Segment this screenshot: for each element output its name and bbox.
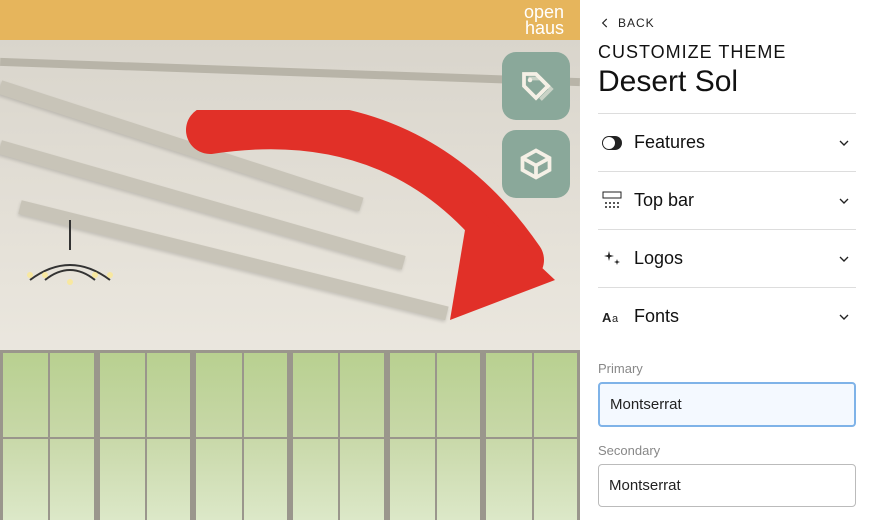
preview-pane: open haus <box>0 0 580 520</box>
svg-text:A: A <box>602 310 612 325</box>
toggle-icon <box>602 133 622 153</box>
cube-icon <box>518 146 554 182</box>
sparkle-icon <box>602 249 622 269</box>
group-title: Top bar <box>634 190 824 211</box>
group-title: Logos <box>634 248 824 269</box>
brand-logo: open haus <box>524 4 564 36</box>
primary-font-label: Primary <box>598 361 856 376</box>
brand-line2: haus <box>524 20 564 36</box>
window-pane <box>290 350 387 520</box>
secondary-tool-button[interactable] <box>502 130 570 198</box>
group-fonts: Aa Fonts <box>598 287 856 345</box>
primary-font-input[interactable] <box>598 382 856 427</box>
group-topbar: Top bar <box>598 171 856 229</box>
window-pane <box>0 350 97 520</box>
group-title: Fonts <box>634 306 824 327</box>
chevron-left-icon <box>598 16 612 30</box>
theme-name: Desert Sol <box>598 65 856 99</box>
window-pane <box>387 350 484 520</box>
group-features: Features <box>598 113 856 171</box>
font-icon: Aa <box>602 307 622 327</box>
customize-panel: BACK CUSTOMIZE THEME Desert Sol Features… <box>580 0 874 520</box>
tool-buttons <box>502 52 570 198</box>
back-label: BACK <box>618 16 655 30</box>
back-button[interactable]: BACK <box>598 12 655 34</box>
group-logos: Logos <box>598 229 856 287</box>
secondary-font-label: Secondary <box>598 443 856 458</box>
room-scene <box>0 40 580 520</box>
group-title: Features <box>634 132 824 153</box>
ceiling-ridge <box>0 58 580 86</box>
chevron-down-icon <box>836 251 852 267</box>
group-header-logos[interactable]: Logos <box>598 230 856 287</box>
window-pane <box>193 350 290 520</box>
group-header-fonts[interactable]: Aa Fonts <box>598 288 856 345</box>
windows <box>0 350 580 520</box>
preview-topbar: open haus <box>0 0 580 40</box>
svg-text:a: a <box>612 313 619 325</box>
window-pane <box>483 350 580 520</box>
chevron-down-icon <box>836 309 852 325</box>
chevron-down-icon <box>836 193 852 209</box>
group-header-features[interactable]: Features <box>598 114 856 171</box>
tag-icon <box>518 68 554 104</box>
window-pane <box>97 350 194 520</box>
grid-icon <box>602 191 622 211</box>
section-label: CUSTOMIZE THEME <box>598 42 856 63</box>
secondary-font-input[interactable] <box>598 464 856 507</box>
chevron-down-icon <box>836 135 852 151</box>
chandelier <box>10 220 130 310</box>
tag-button[interactable] <box>502 52 570 120</box>
group-header-topbar[interactable]: Top bar <box>598 172 856 229</box>
